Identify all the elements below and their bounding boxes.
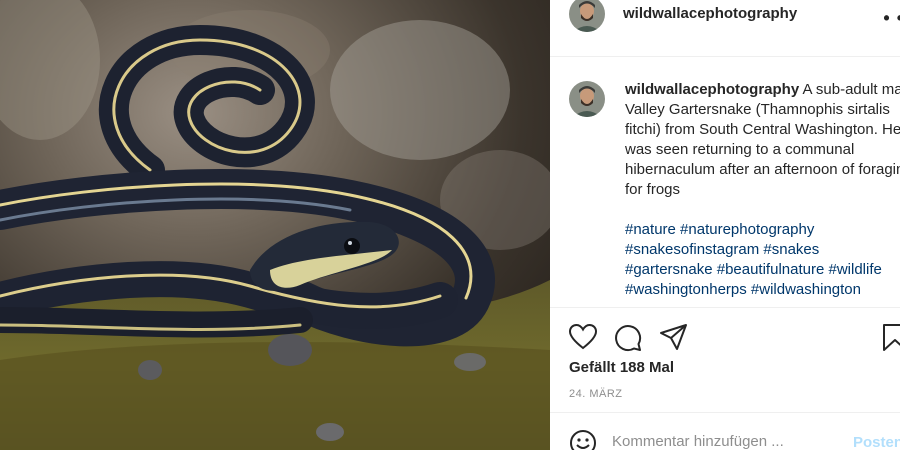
bookmark-icon[interactable] — [880, 322, 900, 352]
caption-section: wildwallacephotography A sub-adult male … — [550, 57, 900, 308]
hashtag-line[interactable]: #nature #naturephotography — [625, 220, 900, 240]
comment-bar: Posten — [550, 412, 900, 450]
post-header: wildwallacephotography • • — [550, 0, 900, 57]
comment-icon[interactable] — [612, 322, 642, 352]
more-options-icon[interactable]: • • — [883, 8, 900, 29]
post-date[interactable]: 24. MÄRZ — [569, 388, 623, 400]
heart-icon[interactable] — [568, 322, 598, 352]
hashtag-line[interactable]: #washingtonherps #wildwashington — [625, 280, 900, 300]
hashtag-line[interactable]: #gartersnake #beautifulnature #wildlife — [625, 260, 900, 280]
header-username[interactable]: wildwallacephotography — [623, 5, 797, 22]
avatar[interactable] — [569, 0, 605, 32]
action-bar — [568, 322, 900, 352]
comment-input[interactable] — [612, 433, 832, 450]
avatar-image — [569, 0, 605, 32]
caption-avatar[interactable] — [569, 81, 605, 117]
post-photo[interactable] — [0, 0, 550, 450]
share-icon[interactable] — [658, 322, 688, 352]
hashtags: #nature #naturephotography #snakesofinst… — [625, 220, 900, 300]
hashtag-line[interactable]: #snakesofinstagram #snakes — [625, 240, 900, 260]
gartersnake-photo — [0, 0, 550, 450]
caption-text: wildwallacephotography A sub-adult male … — [625, 80, 900, 200]
avatar-image — [569, 81, 605, 117]
caption-body: A sub-adult male Valley Gartersnake (Tha… — [625, 81, 900, 198]
emoji-icon[interactable] — [569, 429, 597, 450]
likes-count[interactable]: Gefällt 188 Mal — [569, 359, 674, 376]
post-comment-button[interactable]: Posten — [853, 434, 900, 450]
caption-username[interactable]: wildwallacephotography — [625, 81, 799, 98]
post-side-panel: wildwallacephotography • • wildwallaceph… — [550, 0, 900, 450]
